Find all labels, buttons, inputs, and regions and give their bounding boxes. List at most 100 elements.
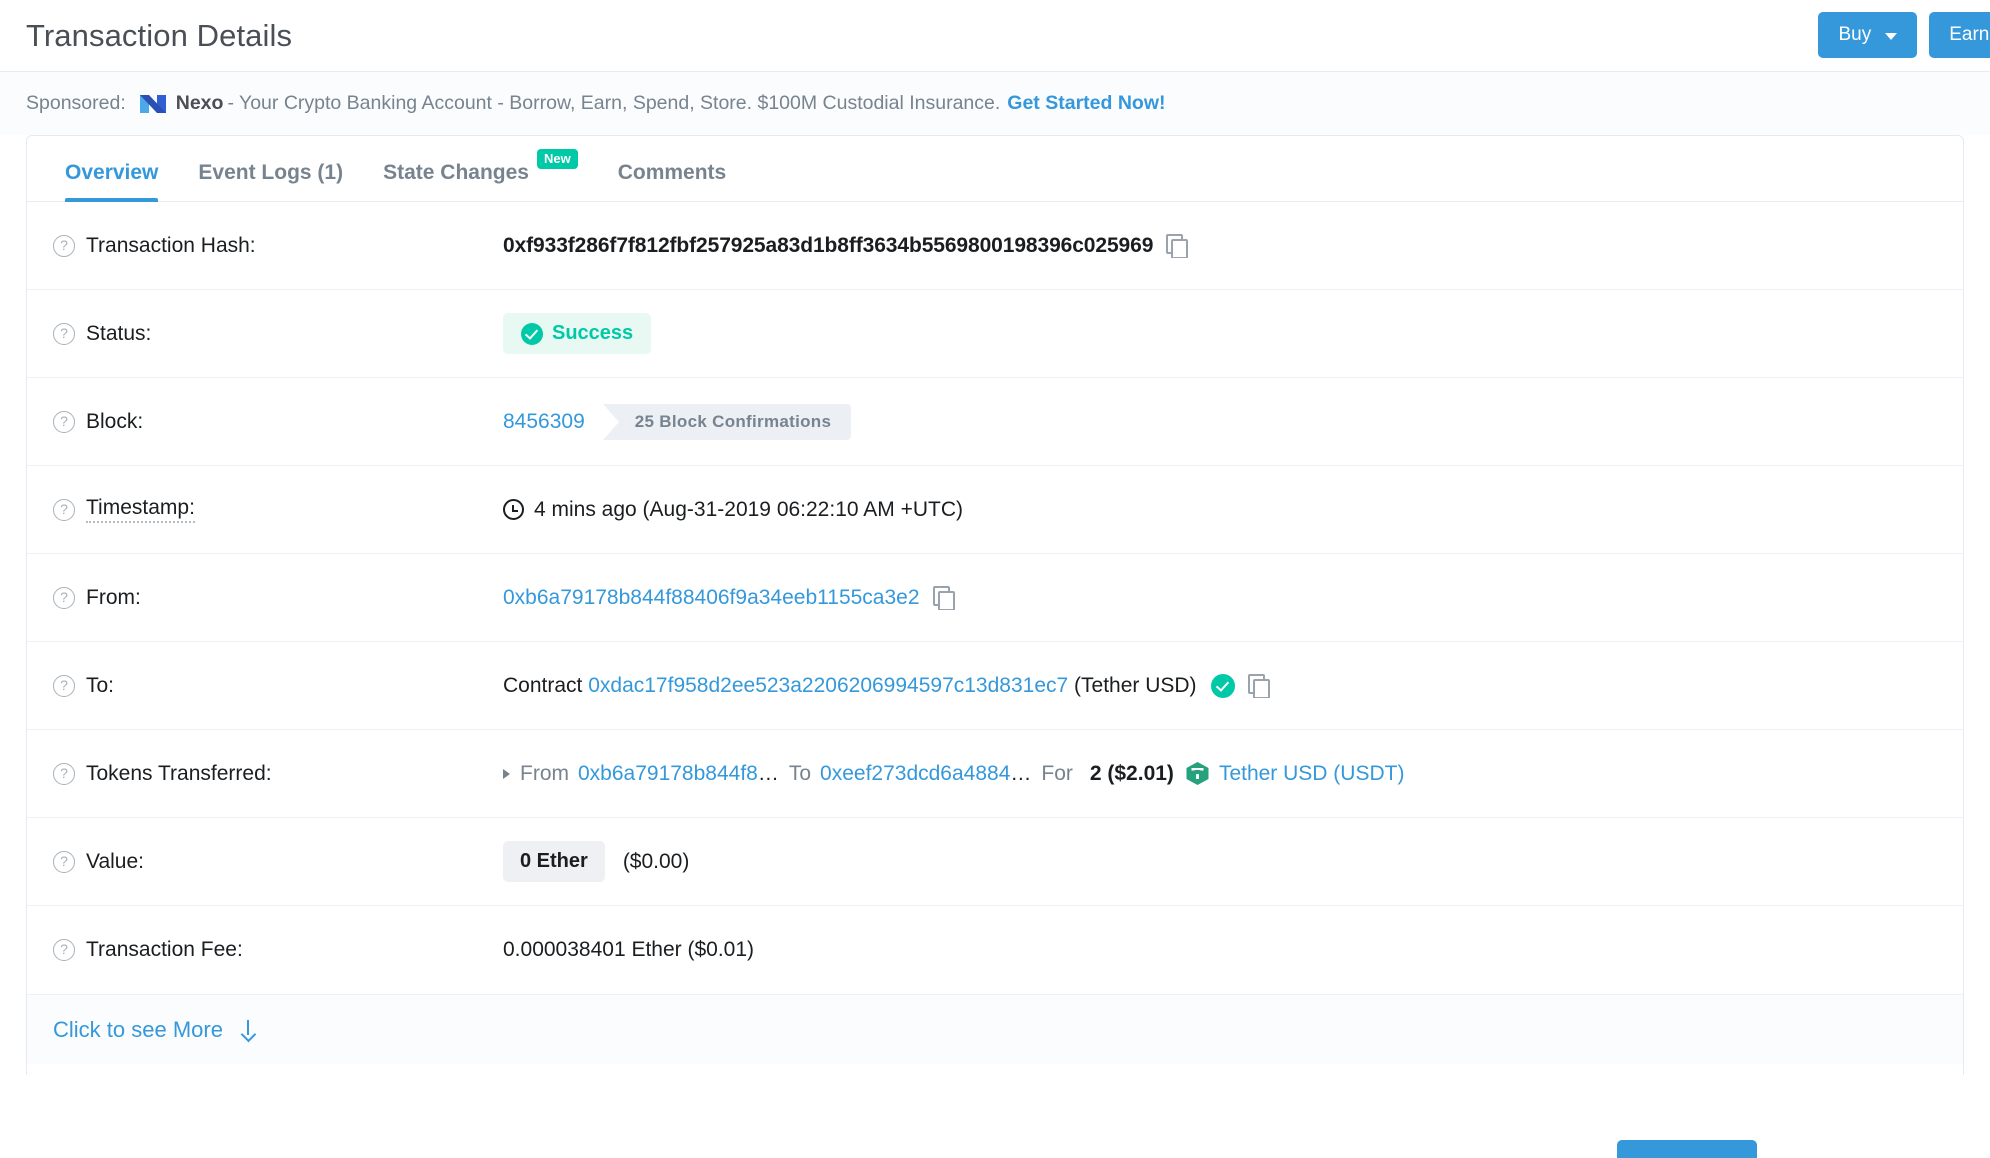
value-amount-chip: 0 Ether xyxy=(503,841,605,882)
header-actions: Buy Earn Interest xyxy=(1818,12,1990,58)
status-text: Success xyxy=(552,322,634,344)
row-value-to: Contract 0xdac17f958d2ee523a220620699459… xyxy=(503,673,1937,698)
earn-interest-button-label: Earn Interest xyxy=(1949,24,1990,45)
check-circle-icon xyxy=(521,322,543,345)
to-contract-name: (Tether USD) xyxy=(1074,673,1197,697)
row-value-from: 0xb6a79178b844f88406f9a34eeb1155ca3e2 xyxy=(503,586,1937,610)
row-value-status: Success xyxy=(503,313,1937,354)
row-label-tokens-transferred: ? Tokens Transferred: xyxy=(53,762,503,786)
transaction-fee-value: 0.000038401 Ether ($0.01) xyxy=(503,938,755,961)
row-status: ? Status: Success xyxy=(27,290,1963,378)
token-from-keyword: From xyxy=(520,761,569,785)
row-transaction-fee: ? Transaction Fee: 0.000038401 Ether ($0… xyxy=(27,906,1963,994)
earn-interest-button[interactable]: Earn Interest xyxy=(1929,12,1990,58)
token-name-link[interactable]: Tether USD (USDT) xyxy=(1219,762,1405,786)
label-text: To: xyxy=(86,673,115,697)
detail-rows: ? Transaction Hash: 0xf933f286f7f812fbf2… xyxy=(27,202,1963,1064)
help-icon[interactable]: ? xyxy=(53,322,75,345)
help-icon[interactable]: ? xyxy=(53,586,75,609)
value-usd: ($0.00) xyxy=(622,849,690,873)
row-value-tokens-transferred: From 0xb6a79178b844f8 … To 0xeef273dcd6a… xyxy=(503,761,1937,786)
token-from-address-link[interactable]: 0xb6a79178b844f8 xyxy=(578,762,758,786)
row-label-status: ? Status: xyxy=(53,322,503,346)
help-icon[interactable]: ? xyxy=(53,762,75,785)
block-confirmations: 25 Block Confirmations xyxy=(602,403,852,440)
help-icon[interactable]: ? xyxy=(53,850,75,873)
arrow-down-icon xyxy=(239,1019,257,1040)
label-text: Status: xyxy=(86,321,152,345)
transaction-card: Overview Event Logs (1) State Changes Ne… xyxy=(26,135,1964,1075)
page-header: Transaction Details Buy Earn Interest xyxy=(0,0,1990,72)
label-text: Timestamp: xyxy=(86,496,195,523)
verified-check-icon xyxy=(1210,673,1235,698)
bottom-strip xyxy=(0,1118,1990,1158)
tab-bar: Overview Event Logs (1) State Changes Ne… xyxy=(27,136,1963,202)
token-amount: 2 ($2.01) xyxy=(1089,761,1174,785)
buy-button[interactable]: Buy xyxy=(1818,12,1918,58)
row-tokens-transferred: ? Tokens Transferred: From 0xb6a79178b84… xyxy=(27,730,1963,818)
block-confirmations-text: 25 Block Confirmations xyxy=(602,403,852,440)
clock-icon xyxy=(503,499,524,520)
row-transaction-hash: ? Transaction Hash: 0xf933f286f7f812fbf2… xyxy=(27,202,1963,290)
row-from: ? From: 0xb6a79178b844f88406f9a34eeb1155… xyxy=(27,554,1963,642)
label-text: Value: xyxy=(86,849,144,873)
expand-caret-icon[interactable] xyxy=(503,768,510,779)
copy-icon[interactable] xyxy=(932,586,955,610)
more-label: Click to see More xyxy=(53,1016,223,1042)
to-address-link[interactable]: 0xdac17f958d2ee523a2206206994597c13d831e… xyxy=(588,674,1068,698)
help-icon[interactable]: ? xyxy=(53,674,75,697)
tab-event-logs[interactable]: Event Logs (1) xyxy=(178,161,363,201)
buy-button-label: Buy xyxy=(1838,24,1872,45)
token-to-keyword: To xyxy=(788,761,812,785)
row-value-timestamp: 4 mins ago (Aug-31-2019 06:22:10 AM +UTC… xyxy=(503,498,1937,522)
row-label-transaction-hash: ? Transaction Hash: xyxy=(53,234,503,258)
row-value-transaction-fee: 0.000038401 Ether ($0.01) xyxy=(503,938,1937,962)
label-text: From: xyxy=(86,585,141,609)
new-badge: New xyxy=(536,149,578,169)
row-timestamp: ? Timestamp: 4 mins ago (Aug-31-2019 06:… xyxy=(27,466,1963,554)
tether-logo-icon xyxy=(1185,761,1210,786)
block-number-link[interactable]: 8456309 xyxy=(503,410,585,434)
tab-state-changes[interactable]: State Changes New xyxy=(363,149,598,201)
sponsored-label: Sponsored: xyxy=(26,92,126,114)
row-label-timestamp: ? Timestamp: xyxy=(53,496,503,523)
transaction-details-page: Transaction Details Buy Earn Interest Sp… xyxy=(0,0,1990,1158)
more-row: Click to see More xyxy=(27,994,1963,1064)
tab-event-logs-label: Event Logs (1) xyxy=(198,161,344,184)
tab-comments[interactable]: Comments xyxy=(598,161,747,201)
sponsored-text: - Your Crypto Banking Account - Borrow, … xyxy=(227,92,1001,114)
copy-icon[interactable] xyxy=(1166,234,1189,258)
row-label-from: ? From: xyxy=(53,586,503,610)
help-icon[interactable]: ? xyxy=(53,410,75,433)
sponsored-banner: Sponsored: Nexo - Your Crypto Banking Ac… xyxy=(0,72,1990,135)
status-badge: Success xyxy=(503,313,652,354)
tab-overview[interactable]: Overview xyxy=(45,161,178,202)
from-address-link[interactable]: 0xb6a79178b844f88406f9a34eeb1155ca3e2 xyxy=(503,586,920,610)
tab-state-changes-label: State Changes xyxy=(383,161,529,184)
token-to-address-link[interactable]: 0xeef273dcd6a4884 xyxy=(820,762,1010,786)
help-icon[interactable]: ? xyxy=(53,234,75,257)
row-label-transaction-fee: ? Transaction Fee: xyxy=(53,938,503,962)
row-label-value: ? Value: xyxy=(53,850,503,874)
nexo-brand-name: Nexo xyxy=(175,92,224,114)
bottom-action-button[interactable] xyxy=(1617,1140,1757,1158)
row-block: ? Block: 8456309 25 Block Confirmations xyxy=(27,378,1963,466)
ribbon-arrow-icon xyxy=(602,403,619,440)
timestamp-value: 4 mins ago (Aug-31-2019 06:22:10 AM +UTC… xyxy=(534,497,963,521)
label-text: Block: xyxy=(86,409,144,433)
help-icon[interactable]: ? xyxy=(53,498,75,521)
row-label-to: ? To: xyxy=(53,674,503,698)
token-for-keyword: For xyxy=(1041,761,1073,785)
nexo-logo-icon xyxy=(138,90,168,118)
label-text: Tokens Transferred: xyxy=(86,761,272,785)
tab-overview-label: Overview xyxy=(65,161,159,184)
copy-icon[interactable] xyxy=(1247,674,1270,698)
contract-prefix: Contract xyxy=(503,673,583,697)
row-value-block: 8456309 25 Block Confirmations xyxy=(503,403,1937,440)
page-title: Transaction Details xyxy=(26,17,293,53)
get-started-link[interactable]: Get Started Now! xyxy=(1007,92,1165,115)
click-to-see-more-link[interactable]: Click to see More xyxy=(53,1017,257,1043)
help-icon[interactable]: ? xyxy=(53,939,75,961)
row-label-block: ? Block: xyxy=(53,410,503,434)
tab-comments-label: Comments xyxy=(617,161,727,184)
